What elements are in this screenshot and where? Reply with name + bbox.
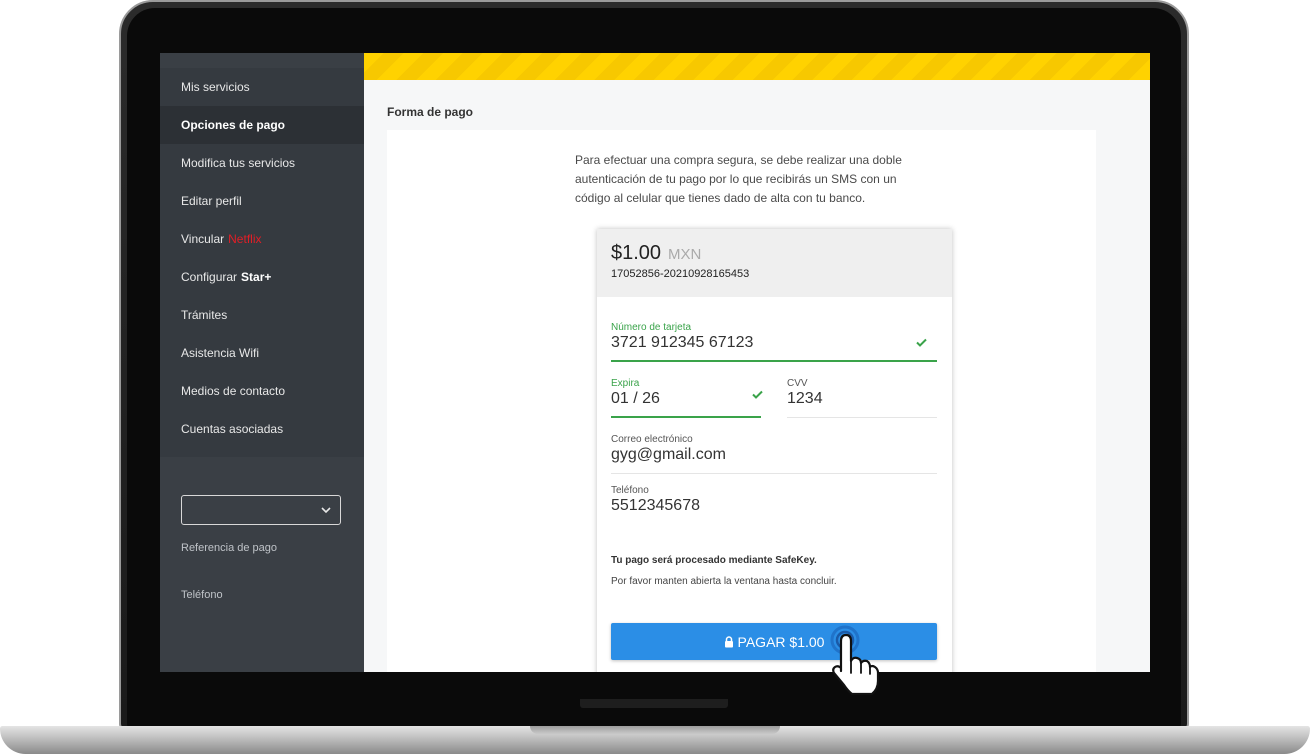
cvv-field[interactable]: CVV 1234 — [787, 378, 937, 418]
laptop-base-groove — [530, 726, 780, 734]
sidebar-item-configurar-star[interactable]: Configurar Star+ — [160, 258, 364, 296]
sidebar-item-label: Configurar — [181, 270, 238, 284]
hand-pointer-icon — [830, 625, 880, 696]
card-number-input[interactable]: 3721 912345 67123 — [611, 334, 937, 356]
field-underline — [611, 473, 937, 474]
order-id: 17052856-20210928165453 — [611, 268, 750, 280]
sidebar-item-tramites[interactable]: Trámites — [160, 296, 364, 334]
cvv-input[interactable]: 1234 — [787, 390, 937, 412]
pay-button-label: PAGAR $1.00 — [737, 633, 825, 650]
sidebar-nav: Mis servicios Opciones de pago Modifica … — [160, 68, 364, 457]
sidebar-item-label: Cuentas asociadas — [181, 422, 284, 436]
intro-text: Para efectuar una compra segura, se debe… — [575, 153, 902, 205]
phone-input[interactable]: 5512345678 — [611, 497, 937, 519]
sidebar-item-editar-perfil[interactable]: Editar perfil — [160, 182, 364, 220]
sidebar-item-vincular-netflix[interactable]: Vincular Netflix — [160, 220, 364, 258]
field-underline — [611, 416, 761, 418]
page-title: Forma de pago — [387, 105, 474, 119]
sidebar: Mis servicios Opciones de pago Modifica … — [160, 53, 364, 672]
screen: Mis servicios Opciones de pago Modifica … — [160, 53, 1150, 672]
chevron-down-icon — [321, 507, 331, 514]
sidebar-item-label: Asistencia Wifi — [181, 346, 260, 360]
expiry-field[interactable]: Expira 01 / 26 — [611, 378, 763, 418]
cvv-label: CVV — [787, 378, 808, 389]
field-underline — [787, 417, 937, 418]
phone-label: Teléfono — [611, 485, 649, 496]
sidebar-item-label: Opciones de pago — [181, 118, 286, 132]
account-select[interactable] — [181, 495, 341, 525]
sidebar-item-label: Mis servicios — [181, 80, 250, 94]
sidebar-item-asistencia-wifi[interactable]: Asistencia Wifi — [160, 334, 364, 372]
sidebar-item-label: Editar perfil — [181, 194, 242, 208]
safekey-note: Tu pago será procesado mediante SafeKey. — [611, 555, 817, 566]
email-field[interactable]: Correo electrónico gyg@gmail.com — [611, 434, 937, 474]
phone-field[interactable]: Teléfono 5512345678 — [611, 485, 937, 525]
expiry-input[interactable]: 01 / 26 — [611, 390, 761, 412]
sidebar-item-mis-servicios[interactable]: Mis servicios — [160, 68, 364, 106]
sidebar-item-label: Vincular — [181, 232, 225, 246]
email-label: Correo electrónico — [611, 434, 693, 445]
hinge-notch — [580, 699, 728, 708]
field-underline — [611, 360, 937, 362]
keep-open-note: Por favor manten abierta la ventana hast… — [611, 576, 837, 587]
check-icon — [752, 390, 763, 399]
email-input[interactable]: gyg@gmail.com — [611, 446, 937, 468]
sidebar-item-label: Trámites — [181, 308, 228, 322]
sidebar-item-modifica-servicios[interactable]: Modifica tus servicios — [160, 144, 364, 182]
card-number-label: Número de tarjeta — [611, 322, 692, 333]
sidebar-item-medios-contacto[interactable]: Medios de contacto — [160, 372, 364, 410]
sidebar-item-opciones-de-pago[interactable]: Opciones de pago — [160, 106, 364, 144]
payment-form: $1.00 MXN 17052856-20210928165453 Número… — [597, 229, 952, 672]
expiry-label: Expira — [611, 378, 640, 389]
telefono-label: Teléfono — [181, 589, 223, 601]
referencia-de-pago-label: Referencia de pago — [181, 542, 278, 554]
payment-summary: $1.00 MXN 17052856-20210928165453 — [597, 229, 952, 297]
top-banner — [364, 53, 1150, 80]
payment-currency: MXN — [668, 246, 702, 263]
lock-icon — [724, 635, 733, 647]
sidebar-item-label: Modifica tus servicios — [181, 156, 296, 170]
sidebar-item-label: Medios de contacto — [181, 384, 286, 398]
card-number-field[interactable]: Número de tarjeta 3721 912345 67123 — [611, 322, 937, 362]
payment-amount: $1.00 — [611, 242, 662, 264]
pay-button[interactable]: PAGAR $1.00 — [611, 623, 937, 660]
check-icon — [916, 338, 927, 347]
netflix-label: Netflix — [228, 232, 262, 246]
sidebar-item-cuentas-asociadas[interactable]: Cuentas asociadas — [160, 410, 364, 448]
star-plus-label: Star+ — [241, 270, 272, 284]
